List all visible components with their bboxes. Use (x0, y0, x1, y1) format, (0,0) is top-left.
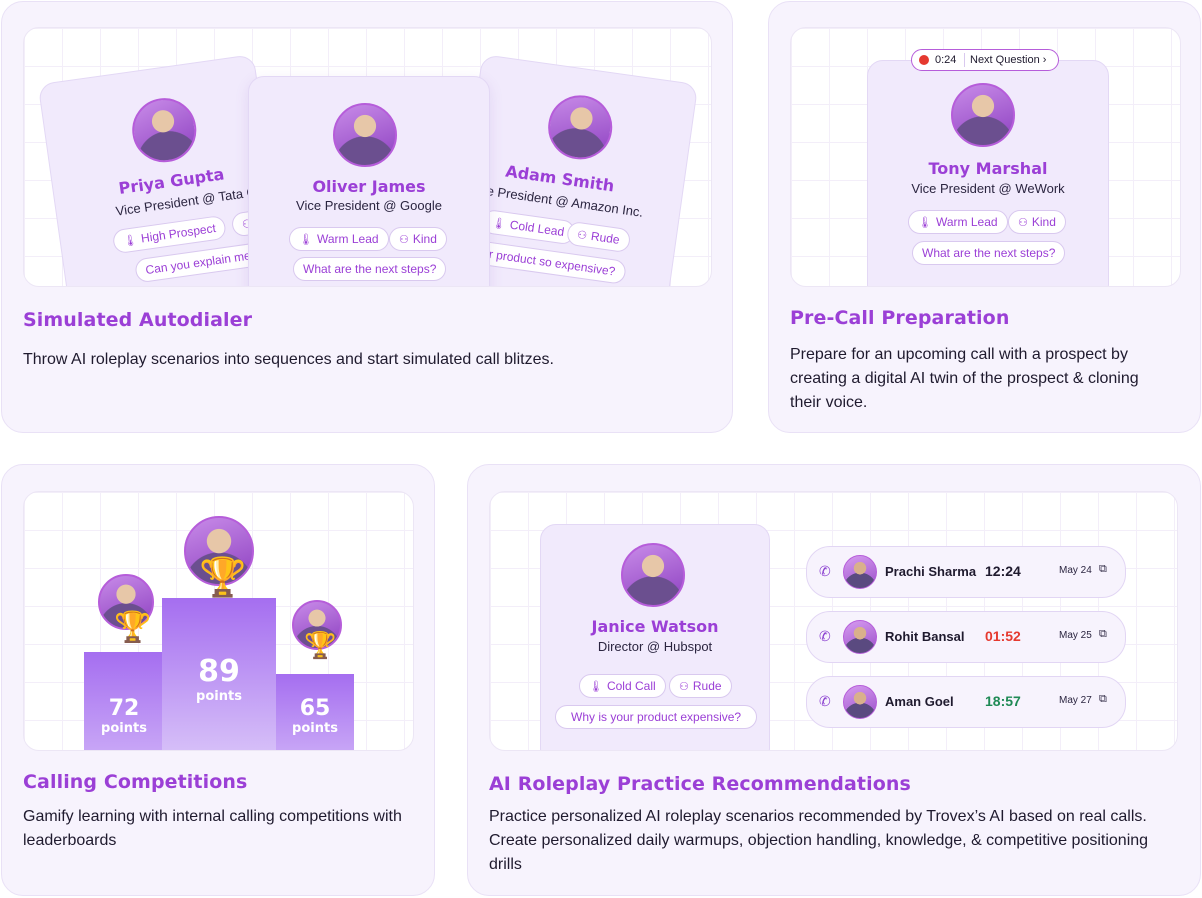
persona-card-janice[interactable]: Janice Watson Director @ Hubspot 🌡 Cold C… (540, 524, 770, 750)
podium-rank-1: 89 points (162, 598, 276, 750)
roleplay-preview: Janice Watson Director @ Hubspot 🌡 Cold C… (489, 491, 1178, 751)
brain-icon: ⚇ (576, 229, 588, 243)
points-label: points (101, 721, 147, 736)
section-description: Practice personalized AI roleplay scenar… (489, 808, 1149, 873)
brain-icon: ⚇ (679, 681, 689, 693)
caller-name: Aman Goel (885, 694, 954, 709)
podium-rank-2: 72 points (84, 652, 164, 750)
caller-name: Prachi Sharma (885, 564, 977, 579)
call-timer: 0:24 (935, 54, 957, 66)
precall-card: Tony Marshal Vice President @ WeWork 🌡 Wa… (768, 1, 1201, 433)
trophy-icon: 🏆 (114, 611, 152, 644)
tag-chip[interactable]: ⚇ Kind (389, 227, 447, 251)
call-row[interactable]: ✆ Aman Goel 18:57 May 27 ⧉ (806, 676, 1126, 728)
tag-chip[interactable]: ⚇ Rude (669, 674, 732, 698)
call-date: May 24 (1059, 565, 1092, 576)
tag-chip[interactable]: ⚇ Kind (1008, 210, 1066, 234)
call-duration: 01:52 (985, 628, 1021, 644)
roleplay-card: Janice Watson Director @ Hubspot 🌡 Cold C… (467, 464, 1201, 896)
section-title: Simulated Autodialer (23, 309, 253, 331)
question-chip[interactable]: What are the next steps? (293, 257, 447, 281)
call-date: May 27 (1059, 695, 1092, 706)
phone-icon: ✆ (819, 693, 831, 709)
persona-name: Tony Marshal (928, 159, 1048, 178)
tag-chip[interactable]: ⚇ Rude (565, 220, 632, 254)
external-link-icon[interactable]: ⧉ (1099, 563, 1107, 576)
recording-bar: 0:24 Next Question › (911, 49, 1059, 71)
call-date: May 25 (1059, 630, 1092, 641)
points-value: 65 (299, 696, 331, 721)
section-title: AI Roleplay Practice Recommendations (489, 773, 911, 795)
points-value: 72 (108, 696, 140, 721)
question-chip[interactable]: Why is your product expensive? (555, 705, 758, 729)
tag-chip[interactable]: 🌡 Cold Lead (480, 208, 576, 246)
avatar (333, 103, 397, 167)
podium-rank-3: 65 points (276, 674, 354, 750)
avatar (951, 83, 1015, 147)
points-label: points (196, 689, 242, 704)
avatar (128, 94, 201, 167)
persona-name: Janice Watson (591, 617, 719, 636)
tag-chip[interactable]: 🌡 Cold Call (579, 674, 666, 698)
trophy-icon: 🏆 (304, 630, 337, 660)
section-description: Prepare for an upcoming call with a pros… (790, 346, 1139, 411)
call-row[interactable]: ✆ Prachi Sharma 12:24 May 24 ⧉ (806, 546, 1126, 598)
call-duration: 12:24 (985, 563, 1021, 579)
points-value: 89 (198, 654, 240, 689)
record-icon (919, 55, 929, 65)
external-link-icon[interactable]: ⧉ (1099, 693, 1107, 706)
section-title: Calling Competitions (23, 771, 248, 793)
next-question-button[interactable]: Next Question › (970, 54, 1046, 66)
autodialer-preview: Priya Gupta Vice President @ Tata Co 🌡 Hi… (23, 27, 712, 287)
competitions-card: 🏆 72 points 🏆 89 points 🏆 65 points Call… (1, 464, 435, 896)
brain-icon: ⚇ (1018, 217, 1028, 229)
thermometer-icon: 🌡 (491, 217, 507, 231)
call-duration: 18:57 (985, 693, 1021, 709)
points-label: points (292, 721, 338, 736)
section-description: Gamify learning with internal calling co… (23, 808, 402, 849)
section-description: Throw AI roleplay scenarios into sequenc… (23, 351, 554, 368)
thermometer-icon: 🌡 (122, 234, 139, 248)
persona-role: Vice President @ Google (296, 198, 442, 213)
persona-name: Oliver James (312, 177, 426, 196)
thermometer-icon: 🌡 (918, 217, 932, 229)
avatar (843, 685, 877, 719)
avatar (843, 620, 877, 654)
question-chip[interactable]: What are the next steps? (912, 241, 1066, 265)
autodialer-card: Priya Gupta Vice President @ Tata Co 🌡 Hi… (1, 1, 733, 433)
divider (964, 53, 965, 67)
thermometer-icon: 🌡 (299, 234, 313, 246)
persona-card-tony[interactable]: Tony Marshal Vice President @ WeWork 🌡 Wa… (867, 60, 1109, 286)
leaderboard-preview: 🏆 72 points 🏆 89 points 🏆 65 points (23, 491, 414, 751)
persona-role: Director @ Hubspot (597, 639, 713, 654)
tag-chip[interactable]: 🌡 Warm Lead (289, 227, 389, 251)
avatar (544, 91, 617, 164)
thermometer-icon: 🌡 (589, 681, 603, 693)
chevron-right-icon: › (1042, 54, 1047, 66)
phone-icon: ✆ (819, 628, 831, 644)
trophy-icon: 🏆 (199, 557, 247, 599)
call-row[interactable]: ✆ Rohit Bansal 01:52 May 25 ⧉ (806, 611, 1126, 663)
persona-card-oliver[interactable]: Oliver James Vice President @ Google 🌡 Wa… (248, 76, 490, 286)
phone-icon: ✆ (819, 563, 831, 579)
avatar (621, 543, 685, 607)
brain-icon: ⚇ (399, 234, 409, 246)
external-link-icon[interactable]: ⧉ (1099, 628, 1107, 641)
avatar (843, 555, 877, 589)
persona-role: Vice President @ WeWork (911, 181, 1065, 196)
tag-chip[interactable]: 🌡 Warm Lead (908, 210, 1008, 234)
precall-preview: Tony Marshal Vice President @ WeWork 🌡 Wa… (790, 27, 1181, 287)
section-title: Pre-Call Preparation (790, 307, 1010, 329)
caller-name: Rohit Bansal (885, 629, 965, 644)
